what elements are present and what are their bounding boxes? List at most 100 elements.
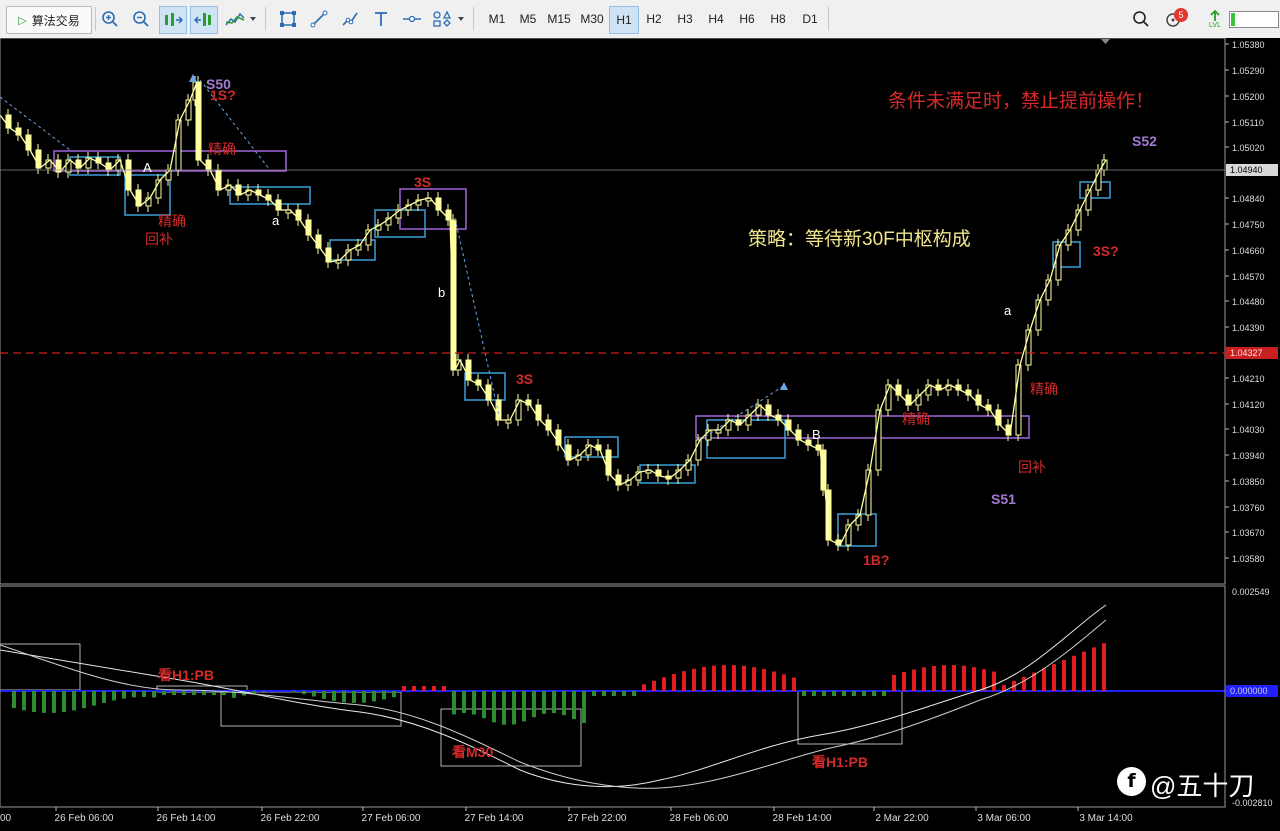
indicators-icon[interactable] [222,6,260,32]
histogram-bar [732,665,736,691]
histogram-bar [772,671,776,691]
histogram-bar [142,691,146,698]
time-axis-label: 26 Feb 06:00 [55,813,114,824]
timeframe-h4-button[interactable]: H4 [702,6,730,32]
price-axis-label: 1.03670 [1232,528,1265,538]
time-axis-label: 27 Feb 14:00 [465,813,524,824]
timeframe-m5-button[interactable]: M5 [514,6,542,32]
timeframe-h6-button[interactable]: H6 [733,6,761,32]
histogram-bar [862,691,866,696]
zoom-out-icon[interactable] [128,6,154,32]
zoom-in-icon[interactable] [97,6,123,32]
algo-trading-button[interactable]: ▷ 算法交易 [6,6,92,34]
histogram-bar [742,665,746,691]
price-axis-label: 1.05020 [1232,143,1265,153]
timeframe-h1-button[interactable]: H1 [609,6,639,34]
annotation-b-small: b [438,285,445,300]
signal-icon [1210,9,1220,21]
histogram-bar [942,665,946,691]
time-axis-label: 28 Feb 06:00 [670,813,729,824]
histogram-bar [802,691,806,696]
price-chart[interactable]: 1.05380 1.05290 1.05200 1.05110 1.05020 1.048… [0,38,1280,831]
histogram-bar [1022,676,1026,691]
histogram-bar [872,691,876,696]
price-axis-label: 1.04660 [1232,246,1265,256]
time-axis-label: 2 Mar 22:00 [875,813,929,824]
annotation-jingque4: 精确 [1030,381,1058,397]
indicator-label-m30: 看M30 [451,744,493,760]
histogram-bar [892,674,896,691]
histogram-bar [392,691,396,698]
histogram-bar [562,691,566,716]
level-indicator[interactable]: LVL [1204,6,1226,32]
watermark-logo-icon: f [1117,767,1146,796]
annotation-s3-1: 3S [414,174,431,190]
histogram-bar [202,691,206,695]
shapes-tool-icon[interactable] [430,6,468,32]
timeframe-d1-button[interactable]: D1 [796,6,824,32]
level-price-label: 1.04327 [1230,348,1263,358]
histogram-bar [992,671,996,691]
histogram-bar [692,668,696,691]
histogram-bar [192,691,196,695]
play-icon: ▷ [18,14,27,27]
histogram-bar [182,691,186,695]
indicator-zero-label: 0.000000 [1230,686,1268,696]
annotation-jingque3: 精确 [902,411,930,427]
histogram-bar [472,691,476,715]
search-icon[interactable] [1128,6,1154,32]
warning-text: 条件未满足时，禁止提前操作！ [888,90,1154,112]
price-axis-label: 1.05200 [1232,92,1265,102]
annotation-jingque2: 精确 [158,213,186,229]
time-axis-label: 27 Feb 06:00 [362,813,421,824]
annotation-s51: S51 [991,491,1016,507]
histogram-bar [842,691,846,696]
histogram-bar [252,691,256,694]
rectangle-tool-icon[interactable] [275,6,301,32]
histogram-bar [642,684,646,691]
histogram-bar [592,691,596,696]
timeframe-h8-button[interactable]: H8 [764,6,792,32]
annotation-huibu2: 回补 [1018,459,1046,475]
indicator-axis-top: 0.002549 [1232,587,1270,597]
histogram-bar [662,677,666,691]
histogram-bar [832,691,836,696]
histogram-bar [352,691,356,703]
timeframe-m15-button[interactable]: M15 [545,6,573,32]
notification-count-badge: 5 [1174,8,1188,22]
annotation-s3-2: 3S [516,371,533,387]
histogram-bar [262,691,266,692]
watermark-text: @五十刀 [1150,771,1255,801]
histogram-bar [32,691,36,713]
timeframe-h2-button[interactable]: H2 [640,6,668,32]
separator [95,7,96,31]
timeframe-m1-button[interactable]: M1 [483,6,511,32]
histogram-bar [1082,651,1086,691]
histogram-bar [432,686,436,691]
time-axis-label: 00 [0,813,12,824]
horizontal-line-tool-icon[interactable] [399,6,425,32]
text-tool-icon[interactable] [368,6,394,32]
annotation-a1: A [143,160,152,175]
annotation-a-small1: a [272,213,280,228]
toolbar: ▷ 算法交易 M1 M5 M15 M30 H1 H2 H3 H4 H6 H8 D1 [0,0,1280,39]
histogram-bar [362,691,366,703]
histogram-bar [132,691,136,698]
histogram-bar [502,691,506,725]
trendline-tool-icon[interactable] [306,6,332,32]
histogram-bar [92,691,96,706]
histogram-bar [782,674,786,691]
histogram-bar [152,691,156,698]
histogram-bar [102,691,106,703]
price-axis-label: 1.03580 [1232,554,1265,564]
channel-tool-icon[interactable] [337,6,363,32]
timeframe-m30-button[interactable]: M30 [578,6,606,32]
timeframe-h3-button[interactable]: H3 [671,6,699,32]
separator [265,7,266,31]
histogram-bar [422,686,426,691]
auto-scroll-icon[interactable] [190,6,218,34]
candle-body [825,489,832,541]
price-axis-label: 1.04570 [1232,272,1265,282]
histogram-bar [972,667,976,691]
chart-shift-icon[interactable] [159,6,187,34]
